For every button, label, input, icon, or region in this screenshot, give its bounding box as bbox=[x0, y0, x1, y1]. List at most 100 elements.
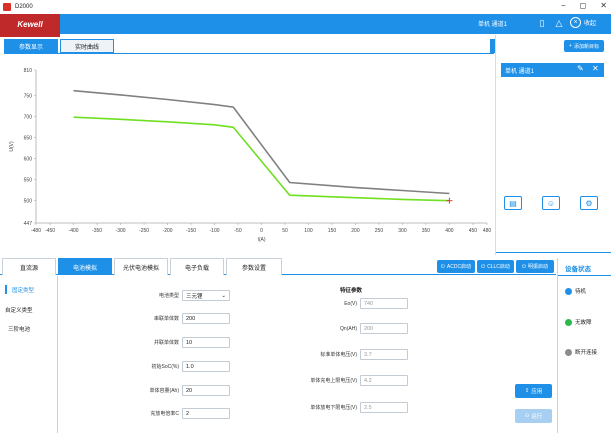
file-button[interactable]: ▤ bbox=[504, 196, 522, 210]
acdc-start-button[interactable]: ⏻ ACDC启动 bbox=[437, 260, 475, 273]
nav-active-indicator bbox=[5, 285, 7, 294]
run-label: 运行 bbox=[531, 414, 543, 420]
run-button[interactable]: ⊙ 运行 bbox=[515, 409, 552, 423]
parallel-row: 并联单体数 10 bbox=[122, 337, 230, 348]
battery-type-nav bbox=[0, 276, 58, 433]
gear-icon: ⚙ bbox=[585, 198, 593, 208]
nominal-row: 标准单体电压(V) 3.7 bbox=[300, 349, 408, 360]
y-tick-label: 650 bbox=[24, 135, 33, 141]
x-tick-label: -50 bbox=[234, 228, 241, 234]
series-row: 串联单体数 200 bbox=[122, 313, 230, 324]
upper-row: 单体充电上限电压(V) 4.2 bbox=[300, 375, 408, 386]
y-tick-label: 500 bbox=[24, 199, 33, 205]
battery-type-label: 电池类型 bbox=[158, 293, 179, 299]
tab-pv-sim[interactable]: 光伏电池模拟 bbox=[114, 258, 168, 275]
app-logo-icon bbox=[3, 3, 11, 11]
status-standby-label: 待机 bbox=[575, 289, 587, 295]
play-icon: ⊙ bbox=[524, 413, 530, 419]
x-tick-label: -350 bbox=[92, 228, 102, 234]
series-input[interactable]: 200 bbox=[182, 313, 230, 324]
user-button[interactable]: ☺ bbox=[542, 196, 560, 210]
device-card[interactable]: 单机 通道1 ✎ ✕ bbox=[501, 63, 604, 77]
lower-row: 单体放电下限电压(V) 2.5 bbox=[300, 402, 408, 413]
status-no-fault: 无故障 bbox=[565, 318, 592, 326]
series-line-1 bbox=[73, 116, 450, 202]
parallel-label: 并联单体数 bbox=[153, 340, 179, 346]
x-axis-label: I(A) bbox=[257, 237, 265, 243]
warning-icon[interactable]: △ bbox=[553, 17, 565, 29]
battery-type-select[interactable]: 三元锂 ⌄ bbox=[182, 290, 230, 301]
device-panel: + 添加新目标 单机 通道1 ✎ ✕ ▤ ☺ ⚙ bbox=[495, 35, 611, 255]
mingzhen-start-button[interactable]: ⏻ 明振启动 bbox=[516, 260, 554, 273]
feature-title: 特征参数 bbox=[340, 288, 363, 294]
close-icon[interactable]: ✕ bbox=[592, 64, 599, 73]
soc-input[interactable]: 1.0 bbox=[182, 361, 230, 372]
status-no-fault-label: 无故障 bbox=[575, 320, 592, 326]
status-title: 设备状态 bbox=[565, 266, 591, 273]
tab-param-display[interactable]: 参数显示 bbox=[4, 39, 58, 53]
rate-input[interactable]: 2 bbox=[182, 408, 230, 419]
nav-item-custom-type[interactable]: 自定义类型 bbox=[5, 306, 33, 314]
standby-dot-icon bbox=[565, 287, 572, 295]
capacity-row: 单体容量(Ah) 20 bbox=[122, 385, 230, 396]
x-tick-label: -150 bbox=[186, 228, 196, 234]
maximize-button[interactable]: ◻ bbox=[580, 1, 587, 10]
app-header: Kewell 单机 通道1 ▯ △ × 收起 bbox=[0, 14, 611, 37]
minimize-button[interactable]: − bbox=[561, 1, 566, 10]
header-device-name: 单机 通道1 bbox=[478, 22, 508, 28]
eo-row: Eo(V) 740 bbox=[300, 298, 408, 309]
edit-icon[interactable]: ✎ bbox=[577, 64, 584, 73]
x-tick-label: 50 bbox=[282, 228, 288, 234]
x-tick-label: 450 bbox=[469, 228, 478, 234]
apply-button[interactable]: ⇪ 应用 bbox=[515, 384, 552, 398]
y-tick-label: 750 bbox=[24, 93, 33, 99]
settings-button[interactable]: ⚙ bbox=[580, 196, 598, 210]
qn-field: 200 bbox=[360, 323, 408, 334]
mingzhen-start-label: 明振启动 bbox=[527, 264, 548, 270]
user-icon: ☺ bbox=[546, 198, 556, 208]
power-icon: ⏻ bbox=[440, 263, 445, 270]
upper-field: 4.2 bbox=[360, 375, 408, 386]
device-status-panel: 设备状态 待机 无故障 断开连接 bbox=[557, 258, 611, 433]
power-icon: ⏻ bbox=[522, 263, 526, 270]
tab-battery-sim[interactable]: 电池模拟 bbox=[58, 258, 112, 275]
tab-dc-source[interactable]: 直流源 bbox=[2, 258, 56, 275]
x-tick-label: 480 bbox=[483, 228, 492, 234]
x-tick-label: 0 bbox=[260, 228, 263, 234]
status-standby: 待机 bbox=[565, 287, 586, 295]
collapse-button[interactable]: × 收起 bbox=[570, 17, 596, 28]
mode-tabs: 直流源 电池模拟 光伏电池模拟 电子负载 参数设置 ⏻ ACDC启动 ⏻ CLLC启… bbox=[0, 258, 556, 275]
tab-param-settings[interactable]: 参数设置 bbox=[226, 258, 282, 275]
status-disconnected-label: 断开连接 bbox=[575, 350, 598, 356]
nav-item-third-order[interactable]: 三阶电池 bbox=[8, 325, 30, 333]
tab-realtime-curve[interactable]: 实时曲线 bbox=[60, 39, 114, 53]
y-tick-label: 700 bbox=[24, 114, 33, 120]
cllc-start-label: CLLC启动 bbox=[487, 264, 510, 270]
x-tick-label: -250 bbox=[139, 228, 149, 234]
x-tick-label: 350 bbox=[422, 228, 431, 234]
close-button[interactable]: ✕ bbox=[600, 1, 607, 10]
cllc-start-button[interactable]: ⏻ CLLC启动 bbox=[477, 260, 514, 273]
plus-icon: + bbox=[569, 43, 572, 49]
collapse-label: 收起 bbox=[584, 21, 597, 27]
x-tick-label: -200 bbox=[163, 228, 173, 234]
status-divider bbox=[558, 275, 611, 276]
disconnected-dot-icon bbox=[565, 348, 572, 356]
tab-e-load[interactable]: 电子负载 bbox=[170, 258, 224, 275]
x-tick-label: 400 bbox=[445, 228, 454, 234]
y-tick-label: 810 bbox=[24, 68, 33, 74]
nominal-field: 3.7 bbox=[360, 349, 408, 360]
no-fault-dot-icon bbox=[565, 318, 572, 326]
y-axis-label: U(V) bbox=[9, 141, 15, 152]
acdc-start-label: ACDC启动 bbox=[446, 264, 472, 270]
nav-item-fixed-type[interactable]: 固定类型 bbox=[12, 286, 34, 294]
chevron-down-icon: ⌄ bbox=[221, 292, 226, 299]
capacity-input[interactable]: 20 bbox=[182, 385, 230, 396]
document-icon[interactable]: ▯ bbox=[536, 17, 548, 29]
capacity-label: 单体容量(Ah) bbox=[149, 388, 179, 394]
y-tick-label: 600 bbox=[24, 157, 33, 163]
window-controls: − ◻ ✕ bbox=[561, 1, 607, 10]
add-device-button[interactable]: + 添加新目标 bbox=[564, 40, 604, 52]
x-tick-label: -450 bbox=[45, 228, 55, 234]
parallel-input[interactable]: 10 bbox=[182, 337, 230, 348]
